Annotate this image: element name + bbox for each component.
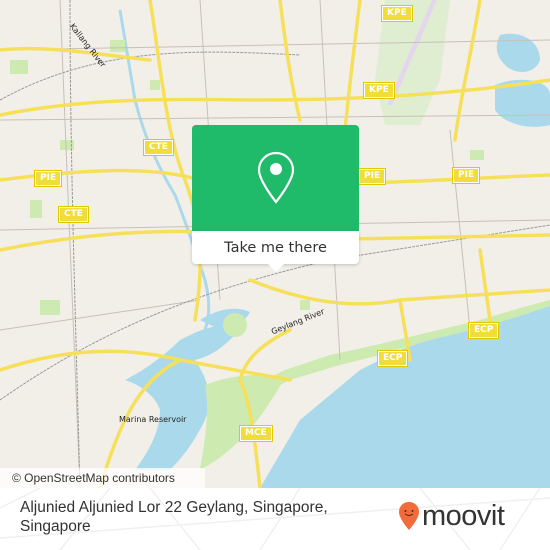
road-shield-kpe: KPE [381,5,413,22]
road-shield-kpe: KPE [363,82,395,99]
road-shield-cte: CTE [143,139,174,156]
location-popup: Take me there [192,125,359,272]
road-shield-cte: CTE [58,206,89,223]
road-shield-pie: PIE [357,168,387,185]
road-shield-mce: MCE [239,425,273,442]
moovit-wordmark: moovit [422,499,505,532]
reservoir-ne-1 [496,33,540,72]
popup-pointer [267,264,284,272]
stadium [223,313,247,337]
map-attribution[interactable]: © OpenStreetMap contributors [0,468,205,488]
road-shield-pie: PIE [33,170,63,187]
moovit-logo[interactable]: moovit [398,496,505,536]
label-marina-reservoir: Marina Reservoir [119,415,187,424]
road-shield-ecp: ECP [467,322,500,339]
location-address: Aljunied Aljunied Lor 22 Geylang, Singap… [20,499,328,535]
road-shield-pie: PIE [451,167,481,184]
map[interactable]: KPE KPE CTE CTE PIE PIE PIE ECP ECP MCE … [0,0,550,488]
map-pin-icon [257,151,294,204]
footer: Aljunied Aljunied Lor 22 Geylang, Singap… [0,488,550,550]
moovit-pin-icon [399,502,419,530]
take-me-there-button[interactable]: Take me there [192,231,359,264]
popup-header [192,125,359,231]
road-shield-ecp: ECP [376,350,409,367]
